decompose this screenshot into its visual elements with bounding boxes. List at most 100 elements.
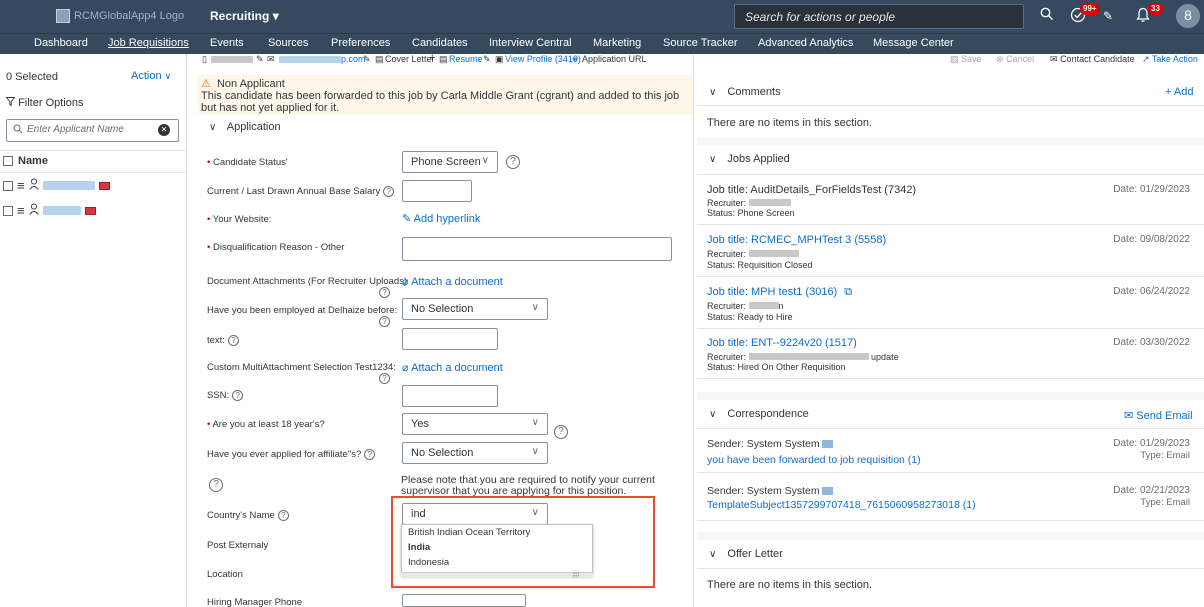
document-icon: ▤ [375, 54, 384, 64]
correspondence-date: Date: 02/21/2023 [1113, 485, 1190, 496]
location-label: Location [207, 569, 243, 580]
post-externally-label: Post Externaly [207, 540, 269, 551]
company-logo[interactable]: RCMGlobalApp4 Logo [56, 9, 184, 23]
help-icon[interactable]: ? [232, 390, 244, 401]
text-label: text:? [207, 335, 239, 347]
help-icon[interactable]: ? [383, 186, 395, 197]
global-search-input[interactable]: Search for actions or people [734, 4, 1024, 29]
help-icon[interactable]: ? [209, 478, 223, 492]
app-switcher[interactable]: Recruiting ▾ [210, 9, 279, 23]
applicant-row[interactable]: ≡ [3, 203, 96, 218]
search-icon[interactable] [1040, 7, 1054, 25]
nav-advanced-analytics[interactable]: Advanced Analytics [758, 37, 853, 49]
delhaize-select[interactable]: No Selection ∨ [402, 298, 548, 320]
nav-preferences[interactable]: Preferences [331, 37, 390, 49]
affiliates-select[interactable]: No Selection ∨ [402, 442, 548, 464]
row-checkbox[interactable] [3, 205, 13, 216]
applicant-name-redacted[interactable] [42, 206, 81, 215]
phone-icon: ▯ [202, 54, 207, 64]
non-applicant-warning: ⚠ Non Applicant This candidate has been … [197, 75, 693, 115]
edit-icon[interactable]: ✎ [363, 54, 371, 65]
applicant-search-input[interactable]: Enter Applicant Name ✕ [6, 119, 179, 142]
edit-icon[interactable]: ✎ [483, 54, 491, 65]
applicant-row[interactable]: ≡ [3, 178, 110, 193]
nav-marketing[interactable]: Marketing [593, 37, 641, 49]
save-button[interactable]: ▨ Save [950, 54, 982, 65]
offer-letter-empty-text: There are no items in this section. [707, 579, 873, 591]
name-column-header[interactable]: Name [3, 155, 48, 167]
nav-dashboard[interactable]: Dashboard [34, 37, 88, 49]
divider [697, 520, 1204, 521]
take-action-button[interactable]: ↗ Take Action [1142, 54, 1198, 65]
application-section-toggle[interactable]: ∨ Application [209, 121, 281, 133]
nav-interview-central[interactable]: Interview Central [489, 37, 572, 49]
help-icon[interactable]: ? [227, 335, 239, 346]
application-url-label[interactable]: Application URL [582, 54, 647, 64]
age-label: • Are you at least 18 year's? [207, 419, 325, 430]
drag-handle-icon[interactable]: ≡ [17, 178, 25, 193]
email-domain[interactable]: p.com [341, 54, 366, 64]
cancel-button[interactable]: ⊗ Cancel [996, 54, 1034, 65]
age-select[interactable]: Yes ∨ [402, 413, 548, 435]
divider [697, 105, 1204, 106]
help-icon[interactable]: ? [554, 425, 568, 439]
nav-job-requisitions[interactable]: Job Requisitions [108, 37, 189, 49]
candidate-status-label: • Candidate Status' [207, 157, 288, 168]
hiring-manager-phone-input[interactable] [402, 594, 526, 607]
help-icon[interactable]: ? [379, 287, 390, 298]
disqualification-textarea[interactable] [402, 237, 672, 261]
nav-message-center[interactable]: Message Center [873, 37, 954, 49]
jobs-applied-section-toggle[interactable]: ∨ Jobs Applied [709, 153, 790, 165]
contact-candidate-button[interactable]: ✉ Contact Candidate [1050, 54, 1135, 65]
correspondence-subject-link[interactable]: you have been forwarded to job requisiti… [707, 454, 921, 466]
divider [697, 174, 1204, 175]
search-icon [13, 124, 23, 137]
add-comment-button[interactable]: + Add [1165, 86, 1193, 98]
help-icon[interactable]: ? [364, 449, 376, 460]
drag-handle-icon[interactable]: ≡ [17, 203, 25, 218]
add-hyperlink-link[interactable]: ✎ Add hyperlink [402, 212, 480, 225]
correspondence-section-toggle[interactable]: ∨ Correspondence [709, 408, 809, 420]
job-title-link[interactable]: Job title: MPH test1 (3016) ⧉ [707, 286, 852, 299]
help-icon[interactable]: ? [506, 155, 520, 169]
resume-link[interactable]: Resume [449, 54, 483, 64]
user-avatar[interactable]: 8 [1176, 4, 1200, 28]
nav-events[interactable]: Events [210, 37, 244, 49]
send-email-label: Send Email [1136, 410, 1193, 422]
text-input[interactable] [402, 328, 498, 350]
add-icon[interactable]: + [429, 52, 435, 64]
view-profile-link[interactable]: View Profile (3419) [505, 54, 581, 64]
row-checkbox[interactable] [3, 180, 13, 191]
section-gap [697, 392, 1204, 400]
attach-document-link[interactable]: ⌀ Attach a document [402, 275, 503, 288]
comments-section-toggle[interactable]: ∨ Comments [709, 86, 781, 98]
clear-search-icon[interactable]: ✕ [158, 124, 170, 136]
edit-icon[interactable]: ✎ [256, 54, 264, 65]
action-menu-button[interactable]: Action ∨ [131, 70, 171, 82]
nav-source-tracker[interactable]: Source Tracker [663, 37, 738, 49]
select-all-checkbox[interactable] [3, 156, 13, 166]
contact-card-icon [821, 440, 833, 449]
correspondence-subject-link[interactable]: TemplateSubject1357299707418_76150609582… [707, 499, 976, 511]
attach-document-link[interactable]: ⌀ Attach a document [402, 361, 503, 374]
applicant-name-redacted[interactable] [42, 181, 95, 190]
email-redacted[interactable] [279, 56, 341, 63]
notification-count-badge: 33 [1148, 3, 1163, 15]
offer-letter-section-toggle[interactable]: ∨ Offer Letter [709, 548, 783, 560]
candidate-status-select[interactable]: Phone Screen ∨ [402, 151, 498, 173]
copy-link-icon[interactable]: ⧉ [844, 286, 852, 298]
help-icon[interactable]: ? [277, 510, 289, 521]
person-icon [29, 178, 39, 193]
nav-candidates[interactable]: Candidates [412, 37, 468, 49]
filter-options-button[interactable]: Filter Options [5, 97, 83, 109]
ssn-input[interactable] [402, 385, 498, 407]
job-title-link[interactable]: Job title: RCMEC_MPHTest 3 (5558) [707, 234, 886, 246]
send-email-button[interactable]: ✉ Send Email [1124, 409, 1193, 422]
approvals-icon[interactable]: ✎ [1103, 9, 1113, 23]
help-icon[interactable]: ? [379, 373, 390, 384]
help-icon[interactable]: ? [379, 316, 390, 327]
salary-input[interactable] [402, 180, 472, 202]
job-title-link[interactable]: Job title: ENT--9224v20 (1517) [707, 337, 857, 349]
person-icon [29, 203, 39, 218]
nav-sources[interactable]: Sources [268, 37, 308, 49]
